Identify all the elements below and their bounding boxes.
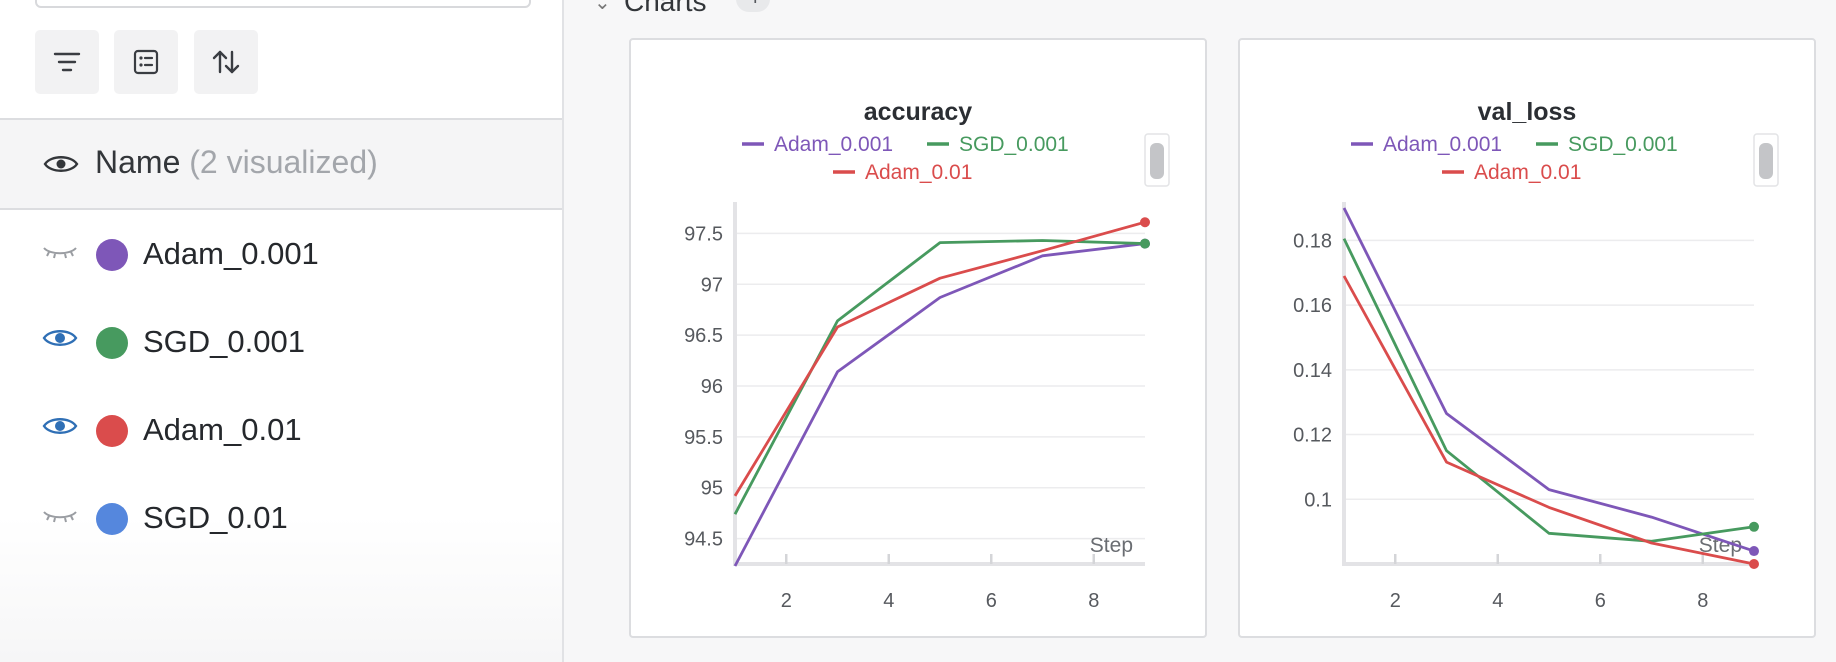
eye-icon[interactable]	[42, 414, 78, 443]
series-line-Adam_0.001[interactable]	[733, 242, 1146, 567]
run-name[interactable]: SGD_0.001	[143, 324, 305, 360]
legend-scrollbar-thumb[interactable]	[1759, 143, 1773, 179]
run-search-input[interactable]	[35, 0, 531, 8]
legend-scrollbar-thumb[interactable]	[1150, 143, 1164, 179]
y-tick-label: 0.18	[1293, 230, 1332, 252]
name-column-label: Name	[95, 144, 181, 180]
y-tick-label: 97.5	[684, 223, 723, 245]
legend-label[interactable]: Adam_0.001	[774, 133, 893, 156]
x-tick-label: 2	[1390, 590, 1401, 612]
series-end-point[interactable]	[1749, 521, 1759, 532]
section-title[interactable]: Charts	[624, 0, 706, 18]
runs-table-header: Name (2 visualized)	[0, 118, 562, 210]
chart-title: val_loss	[1478, 98, 1577, 126]
x-tick-label: 6	[986, 590, 997, 612]
runs-sidebar: Name (2 visualized) Adam_0.001 SGD_0.001 A…	[0, 0, 564, 662]
run-name[interactable]: Adam_0.01	[143, 412, 302, 448]
y-tick-label: 97	[701, 274, 723, 296]
y-tick-label: 0.14	[1293, 360, 1332, 382]
series-end-point[interactable]	[1749, 559, 1759, 569]
run-color-swatch[interactable]	[96, 503, 128, 535]
y-tick-label: 95	[701, 478, 723, 500]
run-row[interactable]: Adam_0.001	[0, 210, 562, 298]
y-tick-label: 0.12	[1293, 425, 1332, 447]
series-end-point[interactable]	[1140, 238, 1150, 249]
run-color-swatch[interactable]	[96, 239, 128, 271]
columns-icon	[132, 48, 160, 76]
run-name[interactable]: Adam_0.001	[143, 236, 319, 272]
y-tick-label: 0.16	[1293, 295, 1332, 317]
x-tick-label: 8	[1697, 590, 1708, 612]
series-line-SGD_0.001[interactable]	[733, 239, 1146, 515]
legend-label[interactable]: Adam_0.001	[1383, 133, 1502, 156]
series-end-point[interactable]	[1749, 546, 1759, 557]
series-end-point[interactable]	[1140, 217, 1150, 228]
series-line-Adam_0.01[interactable]	[1342, 275, 1755, 566]
run-row[interactable]: Adam_0.01	[0, 386, 562, 474]
eye-icon[interactable]	[43, 152, 79, 181]
eye-closed-icon[interactable]	[42, 238, 78, 267]
sort-button[interactable]	[194, 30, 258, 94]
y-tick-label: 95.5	[684, 427, 723, 449]
run-color-swatch[interactable]	[96, 415, 128, 447]
legend-label[interactable]: Adam_0.01	[865, 161, 972, 184]
eye-icon[interactable]	[42, 326, 78, 355]
series-line-Adam_0.01[interactable]	[733, 220, 1146, 497]
columns-button[interactable]	[114, 30, 178, 94]
x-tick-label: 4	[883, 590, 894, 612]
chevron-down-icon[interactable]: ⌄	[594, 0, 611, 15]
y-tick-label: 96	[701, 376, 723, 398]
legend-label[interactable]: SGD_0.001	[1568, 133, 1678, 156]
sort-icon	[210, 48, 242, 76]
chart-svg: val_loss Adam_0.001 SGD_0.001 Adam_0.01 0.1 0…	[1293, 98, 1779, 612]
x-tick-label: 8	[1088, 590, 1099, 612]
x-axis-label: Step	[1090, 534, 1133, 557]
val-loss-chart-panel[interactable]: val_loss Adam_0.001 SGD_0.001 Adam_0.01 0.1 0…	[1238, 38, 1816, 638]
run-row[interactable]: SGD_0.001	[0, 298, 562, 386]
run-color-swatch[interactable]	[96, 327, 128, 359]
filter-icon	[52, 50, 82, 74]
visualized-count: (2 visualized)	[189, 144, 378, 180]
x-tick-label: 4	[1492, 590, 1503, 612]
legend-label[interactable]: Adam_0.01	[1474, 161, 1581, 184]
run-row[interactable]: SGD_0.01	[0, 474, 562, 562]
charts-area: ⌄ Charts 4 accuracy Adam_0.001 SGD_0.001 Ad…	[564, 0, 1836, 662]
eye-closed-icon[interactable]	[42, 502, 78, 531]
chart-title: accuracy	[864, 98, 973, 126]
y-tick-label: 96.5	[684, 325, 723, 347]
chart-svg: accuracy Adam_0.001 SGD_0.001 Adam_0.01 94.5…	[684, 98, 1170, 612]
accuracy-chart-panel[interactable]: accuracy Adam_0.001 SGD_0.001 Adam_0.01 94.5…	[629, 38, 1207, 638]
run-name[interactable]: SGD_0.01	[143, 500, 288, 536]
y-tick-label: 94.5	[684, 529, 723, 551]
legend-label[interactable]: SGD_0.001	[959, 133, 1069, 156]
x-tick-label: 6	[1595, 590, 1606, 612]
name-column-header[interactable]: Name (2 visualized)	[95, 144, 378, 181]
section-count-badge: 4	[736, 0, 770, 12]
x-tick-label: 2	[781, 590, 792, 612]
filter-button[interactable]	[35, 30, 99, 94]
y-tick-label: 0.1	[1304, 489, 1332, 511]
